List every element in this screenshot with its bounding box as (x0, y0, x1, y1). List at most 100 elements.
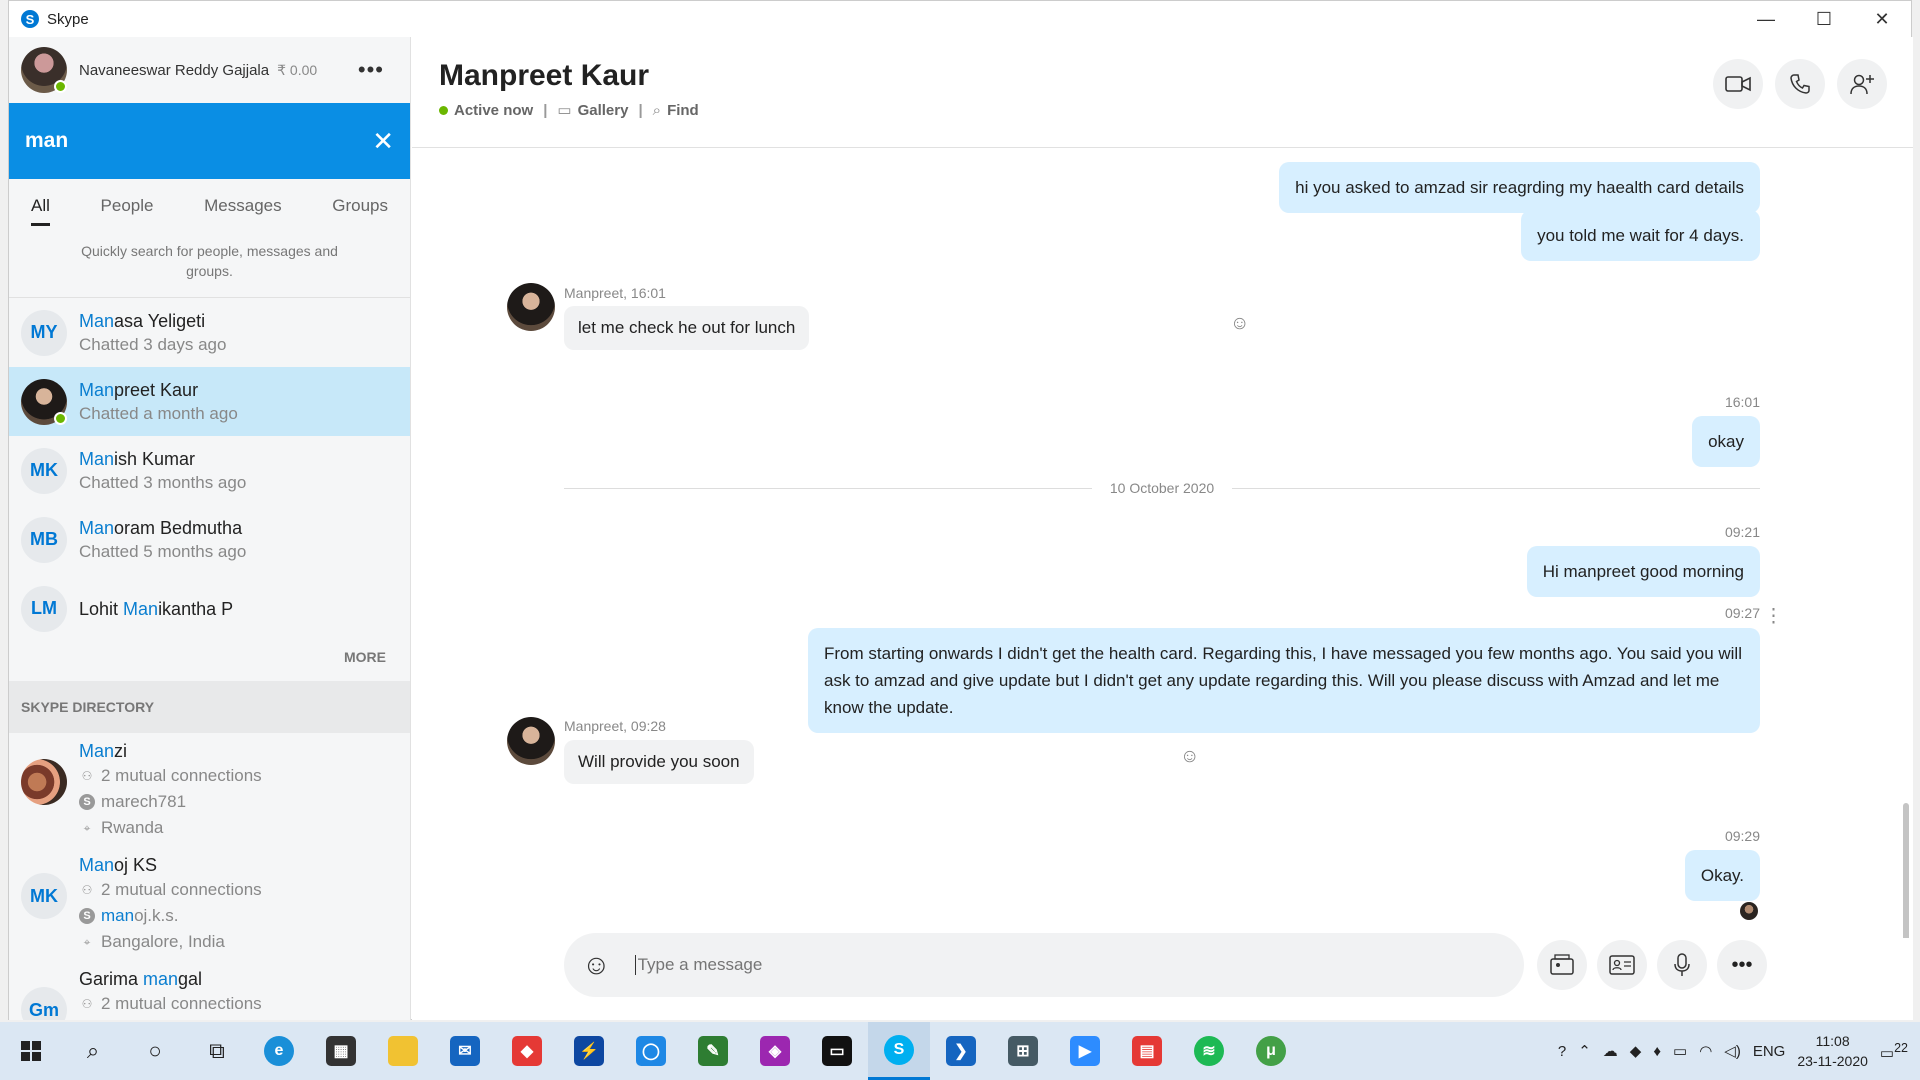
name-rest: gal (178, 969, 203, 989)
search-result-item[interactable]: Manpreet Kaur Chatted a month ago (9, 367, 410, 436)
voice-message-button[interactable] (1657, 940, 1707, 990)
profile-bar[interactable]: Navaneeswar Reddy Gajjala ₹ 0.00 ••• (9, 37, 410, 103)
outgoing-message[interactable]: okay (1692, 416, 1760, 467)
clock[interactable]: 11:08 23-11-2020 (1797, 1031, 1868, 1071)
date-label: 10 October 2020 (1109, 480, 1215, 496)
incoming-message[interactable]: Will provide you soon (564, 740, 754, 784)
powerapps-icon[interactable]: ⚡ (558, 1022, 620, 1080)
maximize-button[interactable]: ☐ (1795, 1, 1853, 38)
outgoing-message[interactable]: From starting onwards I didn't get the h… (808, 628, 1760, 733)
close-button[interactable]: ✕ (1853, 1, 1911, 38)
send-contact-button[interactable] (1597, 940, 1647, 990)
contact-avatar[interactable] (507, 717, 555, 765)
presence-indicator (54, 80, 67, 93)
search-result-item[interactable]: MK Manish Kumar Chatted 3 months ago (9, 436, 410, 505)
anydesk-icon[interactable]: ◆ (496, 1022, 558, 1080)
skype-credit[interactable]: ₹ 0.00 (277, 62, 317, 79)
message-composer[interactable]: ☺ (564, 933, 1524, 997)
directory-item[interactable]: Gm Garima mangal ⚇ 2 mutual connections (9, 961, 410, 1020)
directory-name: Manzi (79, 739, 262, 763)
date-divider: 10 October 2020 (564, 480, 1761, 496)
outgoing-message[interactable]: hi you asked to amzad sir reagrding my h… (1279, 162, 1760, 213)
gallery-link[interactable]: Gallery (578, 102, 629, 119)
wifi-icon[interactable]: ◠ (1699, 1042, 1712, 1060)
file-explorer-icon[interactable] (372, 1022, 434, 1080)
search-result-item[interactable]: MB Manoram Bedmutha Chatted 5 months ago (9, 505, 410, 574)
message-list: hi you asked to amzad sir reagrding my h… (412, 148, 1913, 938)
tab-people[interactable]: People (95, 186, 160, 226)
location: Bangalore, India (101, 932, 225, 951)
clock-time: 11:08 (1815, 1033, 1850, 1049)
start-button[interactable] (0, 1022, 62, 1080)
clear-search-icon[interactable]: ✕ (372, 126, 394, 157)
search-bar[interactable]: man ✕ (9, 103, 410, 179)
cortana-icon[interactable]: ○ (124, 1022, 186, 1080)
profile-name[interactable]: Navaneeswar Reddy Gajjala (79, 62, 269, 79)
result-name-rest: ish Kumar (114, 448, 196, 469)
audio-call-button[interactable] (1775, 59, 1825, 109)
spotify-icon[interactable]: ≋ (1178, 1022, 1240, 1080)
emoji-icon[interactable]: ☺ (582, 949, 611, 981)
minimize-button[interactable]: — (1737, 1, 1795, 38)
outgoing-message[interactable]: you told me wait for 4 days. (1521, 210, 1760, 261)
powershell-icon[interactable]: ❯ (930, 1022, 992, 1080)
mail-icon[interactable]: ✉ (434, 1022, 496, 1080)
scrollbar[interactable] (1903, 803, 1909, 938)
outgoing-message[interactable]: Hi manpreet good morning (1526, 546, 1760, 597)
microphone-icon[interactable]: ♦ (1653, 1043, 1661, 1060)
help-icon[interactable]: ? (1558, 1043, 1566, 1060)
chevron-up-icon[interactable]: ⌃ (1578, 1042, 1591, 1060)
utorrent-icon[interactable]: μ (1240, 1022, 1302, 1080)
contact-avatar[interactable] (507, 283, 555, 331)
task-view-icon[interactable]: ⧉ (186, 1022, 248, 1080)
avatar: LM (21, 585, 67, 632)
add-people-button[interactable] (1837, 59, 1887, 109)
result-name-match: Man (79, 310, 115, 331)
remote-desktop-icon[interactable]: ⊞ (992, 1022, 1054, 1080)
video-camera-icon (1725, 76, 1751, 92)
directory-item[interactable]: MK Manoj KS ⚇ 2 mutual connections Sman oj… (9, 847, 410, 961)
divider-line (1232, 487, 1761, 489)
search-result-item[interactable]: MY Manasa Yeligeti Chatted 3 days ago (9, 298, 410, 367)
app-icon[interactable]: ◈ (744, 1022, 806, 1080)
app-icon[interactable]: ▤ (1116, 1022, 1178, 1080)
share-media-button[interactable] (1537, 940, 1587, 990)
message-options-icon[interactable]: ⋮ (1764, 605, 1783, 628)
terminal-icon[interactable]: ▭ (806, 1022, 868, 1080)
more-options-button[interactable]: ••• (344, 57, 398, 83)
skype-id-icon: S (79, 794, 95, 810)
search-result-item[interactable]: LM Lohit Manikantha P (9, 574, 410, 643)
search-icon[interactable]: ⌕ (62, 1022, 124, 1080)
more-actions-button[interactable]: ••• (1717, 940, 1767, 990)
incoming-message[interactable]: let me check he out for lunch (564, 306, 810, 350)
notification-icon[interactable]: ▭22 (1880, 1041, 1908, 1062)
composer-actions: ••• (1537, 940, 1767, 990)
skype-taskbar-icon[interactable]: S (868, 1022, 930, 1080)
user-avatar[interactable] (21, 47, 67, 93)
tab-groups[interactable]: Groups (326, 186, 394, 226)
notification-count: 22 (1894, 1040, 1908, 1055)
directory-item[interactable]: Manzi ⚇ 2 mutual connections Smarech781 ⌖… (9, 733, 410, 847)
contact-name[interactable]: Manpreet Kaur (439, 59, 1886, 93)
find-link[interactable]: Find (667, 102, 699, 119)
store-icon[interactable]: ▦ (310, 1022, 372, 1080)
onedrive-icon[interactable]: ☁ (1603, 1042, 1618, 1060)
language-indicator[interactable]: ENG (1753, 1043, 1786, 1060)
battery-icon[interactable]: ▭ (1673, 1042, 1687, 1060)
tab-all[interactable]: All (25, 186, 56, 226)
tab-messages[interactable]: Messages (198, 186, 287, 226)
search-input[interactable]: man (25, 129, 372, 153)
result-name-rest: asa Yeligeti (114, 310, 206, 331)
dropbox-icon[interactable]: ◆ (1630, 1042, 1642, 1060)
video-call-button[interactable] (1713, 59, 1763, 109)
app-icon[interactable]: ◯ (620, 1022, 682, 1080)
zoom-icon[interactable]: ▶ (1054, 1022, 1116, 1080)
volume-icon[interactable]: ◁) (1724, 1042, 1741, 1060)
edge-browser-icon[interactable]: e (248, 1022, 310, 1080)
add-reaction-icon[interactable]: ☺ (1230, 313, 1249, 335)
more-link[interactable]: MORE (9, 643, 410, 681)
message-input[interactable] (634, 955, 1506, 975)
add-reaction-icon[interactable]: ☺ (1180, 746, 1199, 768)
excel-icon[interactable]: ✎ (682, 1022, 744, 1080)
outgoing-message[interactable]: Okay. (1684, 850, 1760, 901)
